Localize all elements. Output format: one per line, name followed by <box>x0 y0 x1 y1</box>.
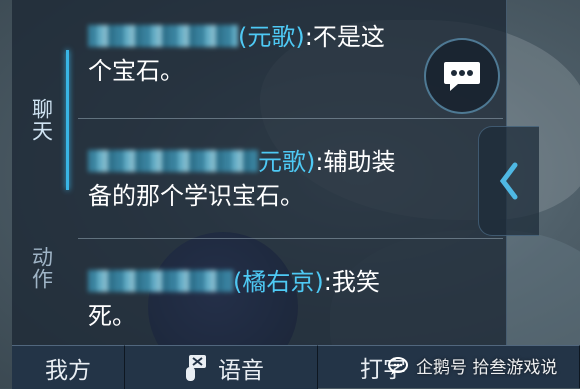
player-hero-name: (橘右京) <box>233 268 324 296</box>
player-hero-name: (元歌) <box>238 23 305 51</box>
chat-message: 元歌):辅助装 备的那个学识宝石。 <box>88 145 498 213</box>
message-text: 死。 <box>88 302 136 330</box>
voice-text-icon <box>186 354 206 381</box>
chat-bubble-icon <box>444 62 480 91</box>
voice-button[interactable]: 语音 <box>125 345 318 389</box>
chat-bubble-button[interactable] <box>424 38 500 114</box>
chat-message: (橘右京):我笑 死。 <box>88 265 498 333</box>
message-text: :辅助装 <box>315 148 396 176</box>
message-text: :我笑 <box>323 268 380 296</box>
message-divider <box>78 238 503 239</box>
voice-label: 语音 <box>218 357 264 384</box>
message-divider <box>78 118 503 119</box>
tab-action[interactable]: 动作 <box>12 228 70 308</box>
tab-chat[interactable]: 聊天 <box>12 50 70 190</box>
message-text: 备的那个学识宝石。 <box>88 182 304 210</box>
tab-partial-top[interactable] <box>12 0 70 16</box>
message-text: 个宝石。 <box>88 57 184 85</box>
blurred-player-name <box>88 150 258 172</box>
blurred-player-name <box>88 270 233 292</box>
player-hero-name: 元歌) <box>258 148 316 176</box>
team-channel-button[interactable]: 我方 <box>12 345 125 389</box>
chevron-left-icon <box>499 162 518 200</box>
collapse-panel-button[interactable] <box>478 126 539 236</box>
chat-logo-icon <box>388 356 408 375</box>
watermark: 企鹅号 拾叁游戏说 <box>388 353 557 378</box>
watermark-text: 企鹅号 拾叁游戏说 <box>416 358 558 378</box>
message-text: :不是这 <box>304 23 385 51</box>
blurred-player-name <box>88 25 238 47</box>
chat-tab-column: 聊天 动作 <box>12 0 70 345</box>
team-channel-label: 我方 <box>45 357 91 384</box>
